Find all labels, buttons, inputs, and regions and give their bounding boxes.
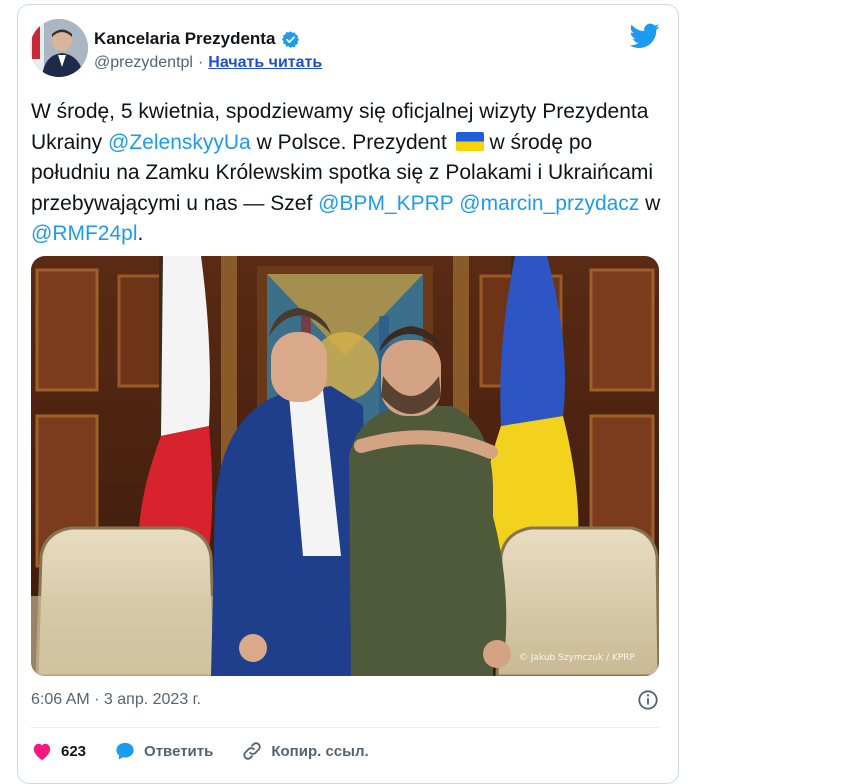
avatar[interactable] [30, 19, 88, 77]
reply-label: Ответить [144, 742, 214, 760]
tweet-text: W środę, 5 kwietnia, spodziewamy się ofi… [31, 97, 661, 250]
separator: · [197, 54, 204, 71]
divider [31, 727, 659, 728]
like-button[interactable]: 623 [31, 741, 86, 761]
mention-link[interactable]: @RMF24pl [31, 222, 138, 245]
copy-link-label: Копир. ссыл. [271, 742, 369, 760]
tweet-card: Kancelaria Prezydenta @prezydentpl · Нач… [17, 4, 679, 784]
info-icon[interactable] [637, 689, 659, 711]
verified-badge-icon [282, 30, 300, 48]
tweet-text-segment: . [137, 222, 144, 245]
mention-link[interactable]: @BPM_KPRP [318, 192, 453, 215]
link-icon [243, 742, 262, 760]
like-count: 623 [61, 742, 87, 760]
heart-icon [33, 743, 51, 761]
display-name[interactable]: Kancelaria Prezydenta [94, 29, 275, 49]
handle[interactable]: @prezydentpl [94, 54, 193, 72]
timestamp[interactable]: 6:06 AM · 3 апр. 2023 г. [31, 691, 201, 708]
twitter-bird-icon[interactable] [630, 23, 660, 49]
photo-credit: © Jakub Szymczuk / KPRP [519, 653, 636, 663]
reply-bubble-icon [116, 742, 134, 760]
reply-button[interactable]: Ответить [114, 741, 213, 761]
follow-link[interactable]: Начать читать [208, 54, 322, 72]
mention-link[interactable]: @ZelenskyyUa [108, 131, 251, 154]
tweet-text-segment: w [639, 191, 661, 215]
tweet-photo[interactable]: © Jakub Szymczuk / KPRP [31, 256, 659, 676]
copy-link-button[interactable]: Копир. ссыл. [241, 740, 369, 762]
action-bar: 623 Ответить Копир. ссыл. [31, 740, 397, 762]
tweet-text-segment: w Polsce. Prezydent [250, 130, 453, 154]
ukraine-flag-icon [455, 130, 484, 151]
mention-link[interactable]: @marcin_przydacz [459, 192, 639, 215]
